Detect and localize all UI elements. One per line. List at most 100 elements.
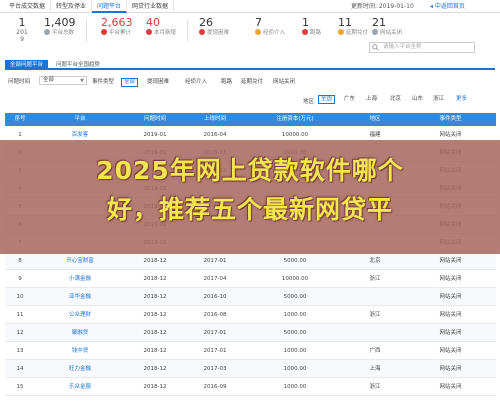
stat-site-closed[interactable]: 21 网站关闭 [372, 17, 402, 41]
tab-problem-platforms[interactable]: 问题平台 [92, 0, 128, 13]
top-nav-bar: 平台成交数据 转型及停业 问题平台 网贷行业数据 更新时间: 2019-01-1… [0, 0, 500, 13]
cell-index: 8 [18, 258, 22, 264]
search-box[interactable]: 请输入平台全称 [369, 42, 475, 53]
alert-icon [199, 29, 205, 35]
table-row[interactable]: 9 小满金融 2018-12 2017-04 10000.00 浙江 网站关闭 [5, 270, 496, 288]
type-option-closed[interactable]: 网站关闭 [271, 78, 297, 87]
cell-platform[interactable]: 公众理财 [35, 306, 125, 324]
type-option-withdraw[interactable]: 提现困难 [145, 78, 171, 87]
stat-withdraw-label: 提现困难 [199, 29, 229, 37]
region-more-link[interactable]: 更多 [454, 95, 469, 104]
platform-icon [44, 29, 50, 35]
region-option-shandong[interactable]: 山东 [410, 95, 425, 104]
stat-withdraw-label-text: 提现困难 [207, 30, 230, 36]
stat-withdraw-difficulty[interactable]: 26 提现困难 [199, 17, 229, 41]
tab-industry-data[interactable]: 网贷行业数据 [127, 0, 175, 13]
stat-total-label-text: 平台总数 [52, 30, 75, 36]
stat-closed-label: 网站关闭 [372, 29, 402, 37]
date-year: 201 [16, 29, 28, 36]
cell-online-time: 2017-01 [203, 258, 227, 264]
table-row[interactable]: 11 公众理财 2018-12 2016-08 1000.00 浙江 网站关闭 [5, 306, 496, 324]
cell-platform[interactable]: 旺力金融 [35, 360, 125, 378]
stat-runaway[interactable]: 1 跑路 [302, 17, 321, 41]
cell-online-time: 2016-10 [203, 294, 227, 300]
calendar-icon [146, 29, 152, 35]
table-header: 序号 平台 问题时间 上线时间 注册资本(万元) 地区 事件类型 [5, 113, 496, 126]
cell-platform[interactable]: 开心宝财富 [35, 252, 125, 270]
clock-icon [338, 29, 344, 35]
region-option-beijing[interactable]: 北京 [388, 95, 403, 104]
overlay-line-1: 2025年网上贷款软件哪个 [96, 156, 404, 185]
type-option-runaway[interactable]: 跑路 [219, 78, 234, 87]
tab-national-trend[interactable]: 问题平台全国趋势 [51, 60, 105, 70]
divider [187, 20, 188, 42]
table-row[interactable]: 8 开心宝财富 2018-12 2017-01 5000.00 北京 网站关闭 [5, 252, 496, 270]
region-option-zhejiang[interactable]: 浙江 [431, 95, 446, 104]
stat-delayed-payment[interactable]: 11 延期兑付 [338, 17, 368, 41]
cell-event-type: 网站关闭 [439, 384, 462, 390]
stat-police-label-text: 经侦介入 [263, 30, 286, 36]
table-row[interactable]: 14 旺力金融 2018-12 2017-03 1000.00 上海 网站关闭 [5, 360, 496, 378]
stat-cumulative-label: 平台累计 [101, 29, 133, 37]
back-home-link[interactable]: ◂ 中返回首页 [430, 0, 465, 13]
stat-delayed-label-text: 延期兑付 [346, 30, 369, 36]
cell-event-type: 网站关闭 [439, 312, 462, 318]
cell-region: 广西 [369, 348, 381, 354]
col-header-online-time[interactable]: 上线时间 [185, 113, 245, 126]
cell-problem-time: 2018-12 [143, 276, 167, 282]
cell-platform[interactable]: 聚融贷 [35, 324, 125, 342]
time-filter-value: 全部 [43, 77, 55, 83]
stat-cumulative-value: 2,663 [101, 16, 133, 29]
region-option-all[interactable]: 全国 [318, 95, 336, 104]
type-option-delayed[interactable]: 延期兑付 [239, 78, 265, 87]
chevron-down-icon: ▼ [80, 78, 84, 84]
filter-panel: 问题时间 全部 ▼ 事件类型 全部 提现困难 经侦介入 跑路 延期兑付 网站关闭… [5, 73, 495, 109]
table-row[interactable]: 10 亚华金融 2018-12 2016-10 5000.00 网站关闭 [5, 288, 496, 306]
cell-capital: 10000.00 [281, 276, 309, 282]
tab-transition[interactable]: 转型及停业 [51, 0, 93, 13]
type-option-all[interactable]: 全部 [121, 78, 139, 87]
cell-problem-time: 2018-12 [143, 294, 167, 300]
cell-platform[interactable]: 亚华金融 [35, 288, 125, 306]
police-icon [255, 29, 261, 35]
stat-delayed-label: 延期兑付 [338, 29, 368, 37]
region-filter-label: 地区 [303, 99, 315, 105]
cell-region: 上海 [369, 366, 381, 372]
tab-trade-data[interactable]: 平台成交数据 [4, 0, 52, 13]
cell-capital: 1000.00 [283, 366, 307, 372]
table-row[interactable]: 15 乐众金服 2018-12 2016-09 1000.00 浙江 网站关闭 [5, 378, 496, 396]
tab-all-problem-platforms[interactable]: 全部问题平台 [5, 60, 49, 70]
cell-online-time: 2017-04 [203, 276, 227, 282]
cell-online-time: 2016-09 [203, 384, 227, 390]
cell-problem-time: 2018-12 [143, 348, 167, 354]
table-row[interactable]: 12 聚融贷 2018-12 2017-01 5000.00 网站关闭 [5, 324, 496, 342]
col-header-platform: 平台 [74, 116, 86, 122]
region-option-guangdong[interactable]: 广东 [342, 95, 357, 104]
runaway-icon [302, 29, 308, 35]
cell-platform[interactable]: 钱中贷 [35, 342, 125, 360]
cell-problem-time: 2018-12 [143, 384, 167, 390]
search-input[interactable]: 请输入平台全称 [383, 43, 422, 52]
search-icon [372, 44, 379, 51]
type-option-police[interactable]: 经侦介入 [183, 78, 209, 87]
warning-icon [101, 29, 107, 35]
stat-police-involved[interactable]: 7 经侦介入 [255, 17, 285, 41]
cell-platform[interactable]: 小满金融 [35, 270, 125, 288]
cell-index: 13 [16, 348, 24, 354]
stat-police-label: 经侦介入 [255, 29, 285, 37]
cell-index: 14 [16, 366, 24, 372]
stat-new-label: 本月新增 [146, 29, 176, 37]
cell-online-time: 2016-08 [203, 312, 227, 318]
col-header-problem-time[interactable]: 问题时间 [125, 113, 185, 126]
cell-region: 浙江 [369, 276, 381, 282]
cell-problem-time: 2018-12 [143, 258, 167, 264]
cell-problem-time: 2018-12 [143, 366, 167, 372]
stat-closed-value: 21 [372, 16, 386, 29]
time-filter-label: 问题时间 [8, 79, 31, 85]
time-filter-select[interactable]: 全部 ▼ [39, 76, 87, 85]
cell-event-type: 网站关闭 [439, 348, 462, 354]
table-row[interactable]: 13 钱中贷 2018-12 2017-01 1000.00 广西 网站关闭 [5, 342, 496, 360]
region-option-shanghai[interactable]: 上海 [364, 95, 379, 104]
cell-platform[interactable]: 乐众金服 [35, 378, 125, 396]
col-header-capital[interactable]: 注册资本(万元) [245, 113, 345, 126]
